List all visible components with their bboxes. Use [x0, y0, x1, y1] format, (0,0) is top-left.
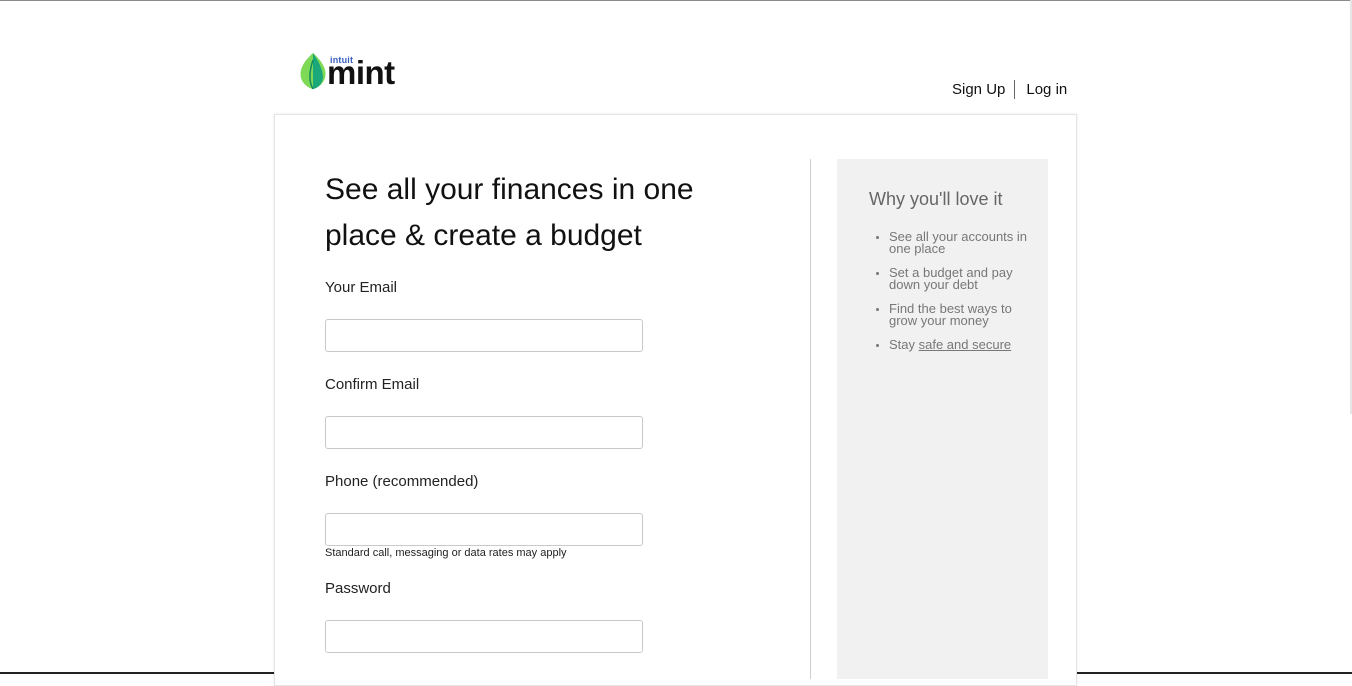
list-item: See all your accounts in one place [889, 230, 1039, 255]
page-headline: See all your finances in one place & cre… [325, 173, 694, 252]
phone-note: Standard call, messaging or data rates m… [325, 547, 567, 559]
safe-and-secure-link[interactable]: safe and secure [919, 337, 1012, 352]
email-field[interactable] [325, 319, 643, 352]
benefits-list: See all your accounts in one place Set a… [871, 230, 1039, 363]
password-field[interactable] [325, 620, 643, 653]
confirm-email-field[interactable] [325, 416, 643, 449]
list-item-prefix: Stay [889, 337, 919, 352]
logo-mint-text: mint [327, 54, 395, 91]
leaf-icon [300, 53, 326, 90]
list-item: Stay safe and secure [889, 337, 1039, 352]
benefits-panel: Why you'll love it See all your accounts… [837, 159, 1048, 679]
mint-logo[interactable]: intuit mint [299, 50, 409, 92]
password-label: Password [325, 580, 391, 597]
phone-label: Phone (recommended) [325, 473, 479, 490]
benefits-title: Why you'll love it [869, 189, 1003, 209]
sign-up-link[interactable]: Sign Up [945, 79, 1016, 99]
card-divider [810, 159, 811, 679]
top-nav: Sign Up Log in [945, 79, 1067, 99]
list-item: Set a budget and pay down your debt [889, 266, 1039, 291]
confirm-email-label: Confirm Email [325, 376, 420, 393]
log-in-link[interactable]: Log in [1015, 81, 1067, 98]
email-label: Your Email [325, 279, 397, 296]
phone-field[interactable] [325, 513, 643, 546]
list-item: Find the best ways to grow your money [889, 302, 1039, 327]
